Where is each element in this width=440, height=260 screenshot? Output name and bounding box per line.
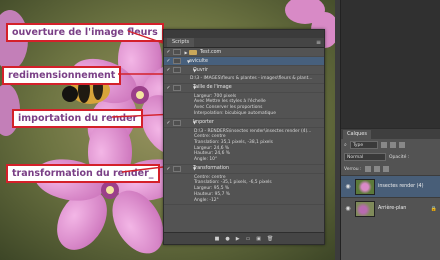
lock-label: Verrou : (344, 166, 362, 172)
layer-name: insectes render (4) (378, 184, 424, 189)
expand-triangle-icon[interactable]: ▼ (183, 120, 196, 125)
checkmark-icon[interactable]: ✓ (164, 166, 173, 172)
checkmark-icon[interactable]: ✓ (164, 49, 173, 55)
action-set-row[interactable]: ✓ ▶ Test.com (164, 48, 324, 57)
blend-mode-select[interactable]: Normal (344, 153, 386, 161)
step-transform-row[interactable]: ✓ ▼ Transformation (164, 165, 324, 174)
layer-item-background[interactable]: ◉ Arrière-plan 🔒 (341, 197, 440, 219)
callout-open-image: ouverture de l'image fleurs (6, 23, 164, 42)
search-icon: ⌕ (344, 142, 347, 148)
scripts-panel: Scripts ≡ ✓ ▶ Test.com ✓ ▼ aviculte ✓ ▼ … (163, 29, 325, 245)
filter-pixel-icon[interactable] (380, 142, 387, 148)
dialog-toggle-icon[interactable] (173, 119, 181, 126)
panel-titlebar[interactable] (164, 30, 324, 38)
layer-thumbnail (355, 178, 375, 195)
action-label: aviculte (189, 58, 208, 64)
step-open-detail: D:\3 - IMAGES\fleurs & plantes - images\… (164, 75, 324, 84)
filter-adjust-icon[interactable] (389, 142, 396, 148)
panel-footer: ■ ● ▶ ▭ ▣ 🗑 (164, 232, 324, 244)
step-import-detail: D:\3 - RENDERS\insectes render\insectes … (164, 128, 324, 165)
record-icon[interactable]: ● (225, 236, 229, 242)
callout-resize: redimensionnement (2, 66, 122, 85)
layer-item-render[interactable]: ◉ insectes render (4) (341, 175, 440, 197)
step-transform-label: Transformation (193, 166, 229, 172)
step-open-label: Ouvrir (193, 67, 208, 73)
expand-triangle-icon[interactable]: ▼ (183, 85, 196, 90)
new-action-icon[interactable]: ▣ (256, 236, 261, 242)
play-icon[interactable]: ▶ (236, 236, 240, 242)
checkmark-icon[interactable]: ✓ (164, 85, 173, 91)
step-import-label: Importer (193, 120, 214, 126)
panel-tabbar: Scripts ≡ (164, 38, 324, 48)
action-row-selected[interactable]: ✓ ▼ aviculte (164, 57, 324, 66)
opacity-label: Opacité : (389, 154, 410, 160)
detail-line: Angle: 10° (194, 157, 218, 163)
lock-all-icon[interactable] (382, 166, 389, 172)
layers-panel: Calques ⌕ Type Normal Opacité : Verrou :… (341, 128, 440, 260)
layer-thumbnail (355, 200, 375, 217)
layer-name: Arrière-plan (378, 206, 407, 211)
step-resize-detail: Largeur: 700 pixels Avec Mettre les styl… (164, 93, 324, 119)
tab-layers[interactable]: Calques (343, 129, 371, 139)
action-set-label: Test.com (200, 49, 222, 55)
dialog-toggle-icon[interactable] (173, 58, 181, 64)
step-resize-label: Taille de l'image (193, 85, 232, 91)
layers-filter-row: ⌕ Type (341, 139, 440, 151)
expand-triangle-icon[interactable]: ▼ (183, 68, 196, 73)
lock-move-icon[interactable] (373, 166, 380, 172)
filter-text-icon[interactable] (398, 142, 405, 148)
dialog-toggle-icon[interactable] (173, 165, 181, 172)
checkmark-icon[interactable]: ✓ (164, 120, 173, 126)
visibility-eye-icon[interactable]: ◉ (344, 205, 352, 212)
lock-pixels-icon[interactable] (364, 166, 371, 172)
callout-import-render: importation du render (12, 109, 144, 128)
tab-scripts[interactable]: Scripts (167, 38, 195, 47)
panel-menu-icon[interactable]: ≡ (316, 39, 321, 46)
checkmark-icon[interactable]: ✓ (164, 58, 173, 64)
step-import-row[interactable]: ✓ ▼ Importer (164, 119, 324, 128)
detail-line: Interpolation: bicubique automatique (194, 110, 276, 116)
new-set-icon[interactable]: ▭ (246, 236, 251, 242)
lock-row: Verrou : (341, 163, 440, 175)
step-resize-row[interactable]: ✓ ▼ Taille de l'image (164, 84, 324, 93)
delete-icon[interactable]: 🗑 (267, 236, 273, 242)
visibility-eye-icon[interactable]: ◉ (344, 183, 352, 190)
detail-line: Angle: -12° (194, 197, 219, 203)
actions-list: ✓ ▶ Test.com ✓ ▼ aviculte ✓ ▼ Ouvrir D:\… (164, 48, 324, 232)
filter-type-value: Type (352, 142, 364, 148)
dialog-toggle-icon[interactable] (173, 49, 181, 55)
step-open-row[interactable]: ✓ ▼ Ouvrir (164, 66, 324, 75)
stop-icon[interactable]: ■ (215, 236, 220, 242)
dialog-toggle-icon[interactable] (173, 67, 181, 73)
layers-tabbar: Calques (341, 129, 440, 139)
expand-triangle-icon[interactable]: ▼ (183, 166, 196, 171)
blend-mode-value: Normal (347, 154, 364, 160)
checkmark-icon[interactable]: ✓ (164, 67, 173, 73)
blend-row: Normal Opacité : (341, 151, 440, 163)
folder-icon (189, 49, 197, 55)
dialog-toggle-icon[interactable] (173, 84, 181, 91)
lock-icon: 🔒 (430, 205, 437, 212)
callout-transform-render: transformation du render_ (6, 164, 160, 183)
step-transform-detail: Centre: centre Translation: -35,1 pixels… (164, 174, 324, 206)
filter-type-select[interactable]: Type (349, 141, 378, 149)
